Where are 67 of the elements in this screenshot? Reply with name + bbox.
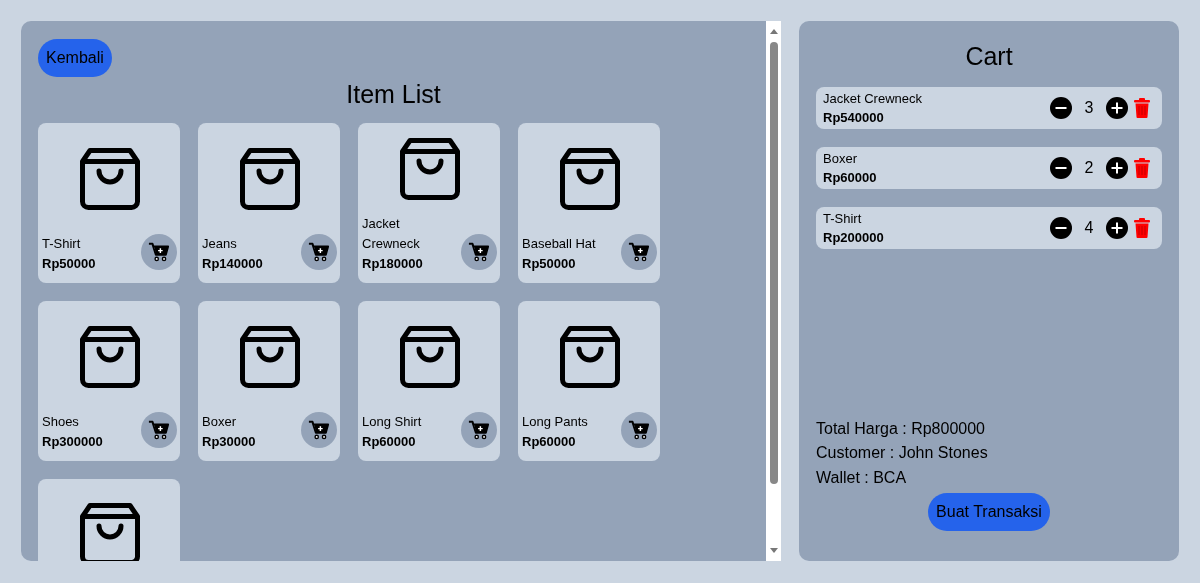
- product-price: Rp60000: [362, 433, 417, 451]
- cart-plus-icon: [308, 419, 330, 441]
- shopping-bag-icon: [239, 325, 300, 388]
- cart-plus-icon: [628, 419, 650, 441]
- add-to-cart-button[interactable]: [301, 234, 337, 270]
- add-to-cart-button[interactable]: [141, 234, 177, 270]
- cart-item-name: Boxer: [823, 150, 858, 168]
- product-price: Rp140000: [202, 255, 264, 273]
- customer-name: Customer : John Stones: [816, 443, 989, 463]
- cart-item-name: Jacket Crewneck: [823, 90, 923, 108]
- product-price: Rp50000: [522, 255, 577, 273]
- shopping-bag-icon: [79, 502, 140, 561]
- cart-item-price: Rp200000: [823, 229, 885, 247]
- shopping-bag-icon: [559, 147, 620, 210]
- item-list-title: Item List: [345, 79, 442, 109]
- wallet: Wallet : BCA: [816, 467, 908, 488]
- plus-button[interactable]: [1106, 157, 1128, 179]
- cart-plus-icon: [308, 241, 330, 263]
- product-name: Long Pants: [522, 413, 589, 431]
- add-to-cart-button[interactable]: [461, 234, 497, 270]
- product-price: Rp30000: [202, 433, 257, 451]
- cart-plus-icon: [468, 419, 490, 441]
- create-transaction-button[interactable]: Buat Transaksi: [928, 493, 1050, 531]
- cart-plus-icon: [148, 241, 170, 263]
- add-to-cart-button[interactable]: [621, 234, 657, 270]
- add-to-cart-button[interactable]: [621, 412, 657, 448]
- product-name: Long Shirt: [362, 413, 423, 431]
- back-button[interactable]: Kembali: [38, 39, 112, 77]
- cart-plus-icon: [628, 241, 650, 263]
- shopping-bag-icon: [559, 325, 620, 388]
- add-to-cart-button[interactable]: [301, 412, 337, 448]
- minus-button[interactable]: [1050, 157, 1072, 179]
- shopping-bag-icon: [399, 137, 460, 200]
- minus-button[interactable]: [1050, 97, 1072, 119]
- minus-button[interactable]: [1050, 217, 1072, 239]
- product-name: Jacket Crewneck: [362, 215, 421, 253]
- cart-item-name: T-Shirt: [823, 210, 863, 228]
- total-price: Total Harga : Rp800000: [816, 418, 986, 439]
- quantity: 4: [1083, 219, 1095, 237]
- scrollbar[interactable]: [766, 21, 781, 561]
- shopping-bag-icon: [79, 325, 140, 388]
- product-name: Jeans: [202, 235, 238, 253]
- product-name: Baseball Hat: [522, 235, 597, 253]
- trash-icon[interactable]: [1134, 218, 1150, 238]
- quantity: 2: [1083, 159, 1095, 177]
- cart-plus-icon: [468, 241, 490, 263]
- quantity: 3: [1083, 99, 1095, 117]
- add-to-cart-button[interactable]: [141, 412, 177, 448]
- product-price: Rp60000: [522, 433, 577, 451]
- product-name: Boxer: [202, 413, 237, 431]
- cart-item-price: Rp60000: [823, 169, 878, 187]
- trash-icon[interactable]: [1134, 158, 1150, 178]
- cart-title: Cart: [964, 41, 1014, 71]
- plus-button[interactable]: [1106, 217, 1128, 239]
- add-to-cart-button[interactable]: [461, 412, 497, 448]
- product-price: Rp180000: [362, 255, 424, 273]
- plus-button[interactable]: [1106, 97, 1128, 119]
- trash-icon[interactable]: [1134, 98, 1150, 118]
- product-price: Rp50000: [42, 255, 97, 273]
- product-name: T-Shirt: [42, 235, 82, 253]
- shopping-bag-icon: [239, 147, 300, 210]
- product-name: Shoes: [42, 413, 80, 431]
- product-price: Rp300000: [42, 433, 104, 451]
- shopping-bag-icon: [399, 325, 460, 388]
- cart-item-price: Rp540000: [823, 109, 885, 127]
- shopping-bag-icon: [79, 147, 140, 210]
- cart-plus-icon: [148, 419, 170, 441]
